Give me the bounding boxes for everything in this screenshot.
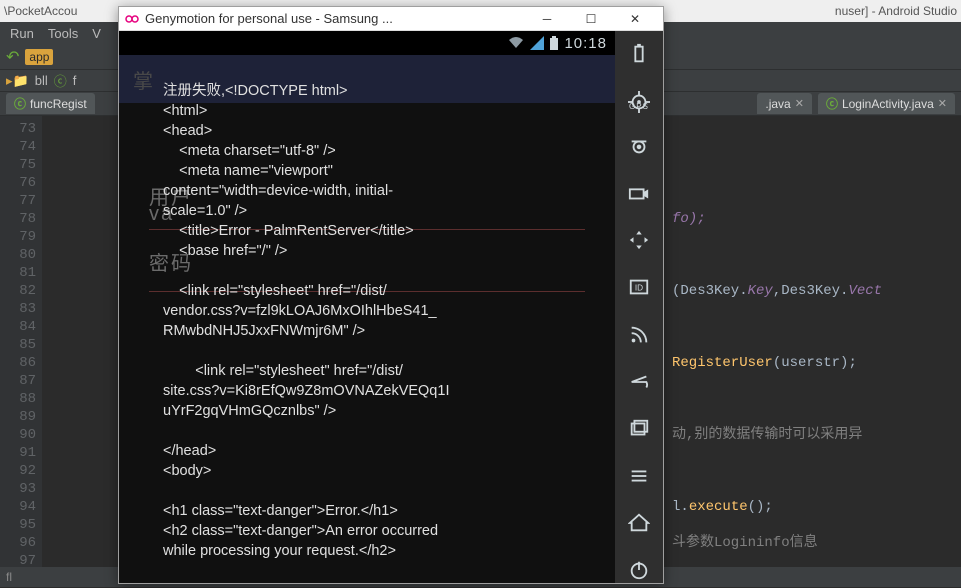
menu-tools[interactable]: Tools [48, 26, 78, 41]
close-icon[interactable]: ✕ [938, 97, 947, 110]
camera-icon[interactable] [625, 133, 653, 158]
gutter: 73 74 75 76 77 78 79 80 81 82 83 84 85 8… [0, 116, 42, 587]
genymotion-logo-icon [125, 12, 139, 26]
rss-icon[interactable] [625, 322, 653, 347]
menu-truncated[interactable]: V [92, 26, 101, 41]
power-icon[interactable] [625, 558, 653, 583]
svg-text:ID: ID [635, 284, 643, 293]
genymotion-window[interactable]: Genymotion for personal use - Samsung ..… [118, 6, 664, 584]
menu-icon[interactable] [625, 464, 653, 489]
id-icon[interactable]: ID [625, 275, 653, 300]
back-icon[interactable] [625, 369, 653, 394]
cfile-icon: ⓒ [14, 95, 26, 112]
wifi-icon [508, 36, 524, 50]
battery-icon [550, 36, 558, 50]
multitask-icon[interactable] [625, 416, 653, 441]
home-icon[interactable] [625, 511, 653, 536]
genymotion-side-rail: GPS ID [615, 31, 663, 583]
close-icon[interactable]: ✕ [795, 97, 804, 110]
android-status-bar: 10:18 [119, 31, 615, 55]
studio-title-right: nuser] - Android Studio [835, 4, 957, 18]
cfile-icon: ⓒ [54, 71, 67, 90]
capture-icon[interactable] [625, 180, 653, 205]
maximize-button[interactable]: ☐ [569, 8, 613, 30]
genymotion-title: Genymotion for personal use - Samsung ..… [145, 11, 393, 26]
breadcrumb-f[interactable]: f [73, 73, 77, 88]
tab-java-1[interactable]: .java ✕ [757, 93, 812, 114]
phone-screen[interactable]: 10:18 掌 用户 va 密码 注册失败,<!DOCTYPE html> <h… [119, 31, 615, 583]
gps-label: GPS [625, 102, 653, 111]
cfile-icon: ⓒ [826, 95, 838, 112]
studio-title-left: \PocketAccou [4, 4, 77, 18]
app-module-badge[interactable]: app [25, 49, 53, 65]
close-button[interactable]: ✕ [613, 8, 657, 30]
minimize-button[interactable]: ─ [525, 8, 569, 30]
move-icon[interactable] [625, 228, 653, 253]
genymotion-titlebar[interactable]: Genymotion for personal use - Samsung ..… [119, 7, 663, 31]
tab-funcregist[interactable]: ⓒ funcRegist [6, 93, 95, 114]
error-dialog-text: 注册失败,<!DOCTYPE html> <html> <head> <meta… [163, 81, 581, 583]
status-text: fl [6, 570, 12, 584]
clock: 10:18 [564, 35, 607, 52]
undo-icon[interactable]: ↶ [6, 47, 19, 67]
genymotion-body: 10:18 掌 用户 va 密码 注册失败,<!DOCTYPE html> <h… [119, 31, 663, 583]
breadcrumb-bll[interactable]: bll [35, 73, 48, 88]
signal-icon [530, 36, 544, 50]
folder-icon: ▸📁 [6, 73, 29, 89]
tab-loginactivity[interactable]: ⓒ LoginActivity.java ✕ [818, 93, 955, 114]
battery-icon[interactable] [625, 41, 653, 66]
menu-run[interactable]: Run [10, 26, 34, 41]
